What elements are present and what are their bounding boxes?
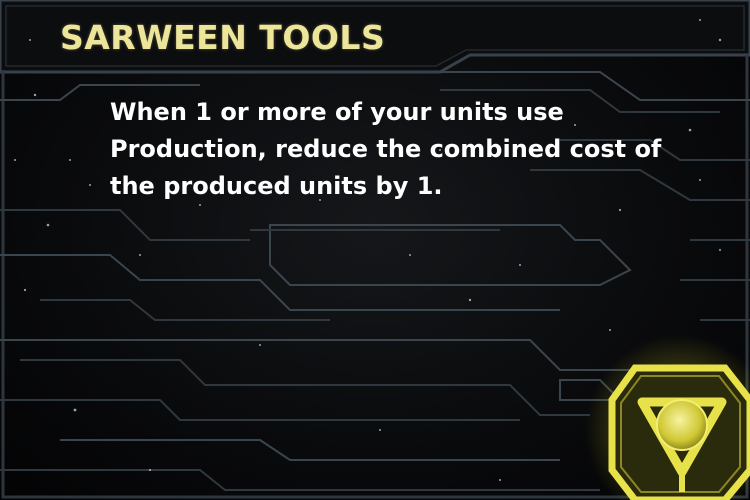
technology-card: SARWEEN TOOLS When 1 or more of your uni… [0,0,750,500]
star-field [14,19,722,481]
card-title: SARWEEN TOOLS [60,18,386,57]
circuit-background [0,0,750,499]
card-ability-text: When 1 or more of your units use Product… [110,98,662,200]
